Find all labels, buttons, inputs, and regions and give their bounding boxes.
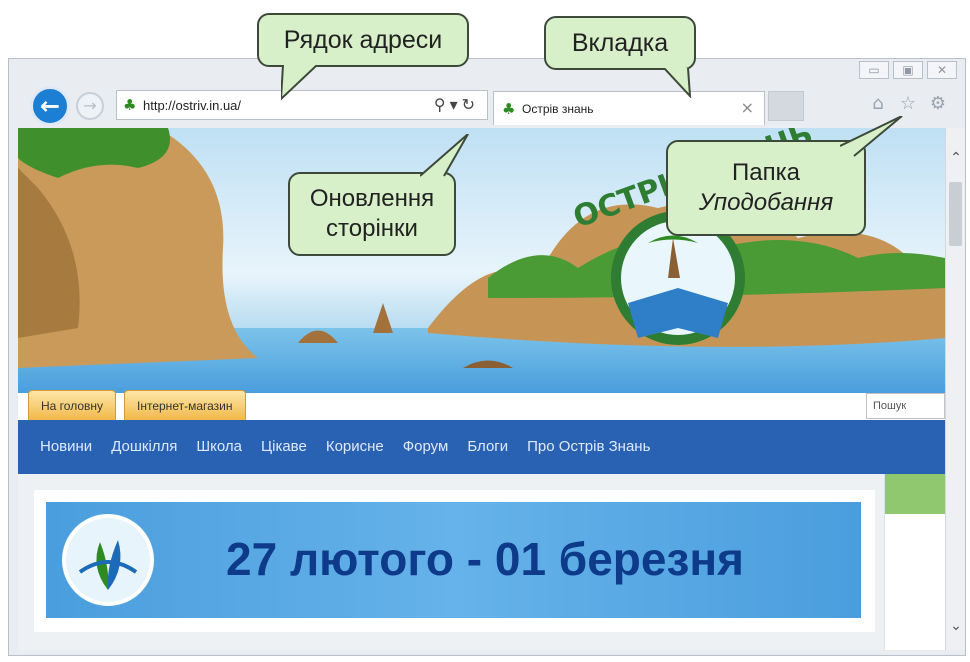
window-controls: ▭ ▣ ✕ bbox=[859, 61, 957, 79]
close-window-button[interactable]: ✕ bbox=[927, 61, 957, 79]
callout-refresh: Оновлення сторінки bbox=[288, 134, 469, 256]
side-panel-header bbox=[885, 474, 945, 514]
callout-refresh-line2: сторінки bbox=[326, 215, 418, 242]
callout-address-bar: Рядок адреси bbox=[257, 13, 469, 101]
address-tools: ⚲▾↻ bbox=[434, 95, 479, 115]
new-tab-button[interactable] bbox=[768, 91, 804, 121]
favorites-star-icon[interactable]: ☆ bbox=[896, 92, 920, 116]
settings-gear-icon[interactable]: ⚙ bbox=[926, 92, 950, 116]
site-search-input[interactable]: Пошук bbox=[866, 393, 945, 419]
callout-favorites: Папка Уподобання bbox=[666, 116, 903, 236]
scrollbar-thumb[interactable] bbox=[949, 182, 962, 246]
site-menu: Новини Дошкілля Школа Цікаве Корисне Фор… bbox=[40, 437, 650, 457]
callout-address-bar-label: Рядок адреси bbox=[283, 26, 443, 54]
home-icon[interactable]: ⌂ bbox=[866, 92, 890, 116]
search-icon[interactable]: ⚲ bbox=[434, 95, 450, 114]
event-date: 27 лютого - 01 березня bbox=[226, 533, 744, 585]
menu-item-news[interactable]: Новини bbox=[40, 437, 92, 457]
menu-item-interesting[interactable]: Цікаве bbox=[261, 437, 307, 457]
vertical-scrollbar[interactable]: ⌃ ⌄ bbox=[945, 128, 965, 650]
menu-item-about[interactable]: Про Острів Знань bbox=[527, 437, 650, 457]
minimize-button[interactable]: ▭ bbox=[859, 61, 889, 79]
callout-tab-label: Вкладка bbox=[571, 29, 669, 57]
site-top-tabs: На головну Інтернет-магазин bbox=[28, 390, 246, 420]
menu-item-forum[interactable]: Форум bbox=[403, 437, 449, 457]
menu-item-blogs[interactable]: Блоги bbox=[467, 437, 508, 457]
callout-tab: Вкладка bbox=[544, 16, 696, 98]
site-favicon-icon: ♣ bbox=[123, 96, 137, 114]
tab-title: Острів знань bbox=[522, 102, 594, 116]
event-logo-icon bbox=[60, 512, 156, 612]
site-menu-bar: Новини Дошкілля Школа Цікаве Корисне Фор… bbox=[18, 420, 945, 474]
refresh-icon[interactable]: ↻ bbox=[462, 95, 479, 114]
right-side-panel bbox=[884, 474, 945, 650]
callout-favorites-line2: Уподобання bbox=[698, 189, 834, 216]
maximize-button[interactable]: ▣ bbox=[893, 61, 923, 79]
scroll-down-icon[interactable]: ⌄ bbox=[946, 616, 966, 636]
menu-item-school[interactable]: Школа bbox=[196, 437, 242, 457]
menu-item-useful[interactable]: Корисне bbox=[326, 437, 384, 457]
tab-favicon-icon: ♣ bbox=[502, 100, 516, 118]
browser-tab[interactable]: ♣ Острів знань × bbox=[493, 91, 765, 125]
address-url[interactable]: http://ostriv.in.ua/ bbox=[143, 97, 241, 114]
scroll-up-icon[interactable]: ⌃ bbox=[946, 148, 966, 168]
callout-favorites-line1: Папка bbox=[732, 159, 800, 186]
back-button[interactable]: ← bbox=[30, 86, 70, 126]
forward-button[interactable]: → bbox=[76, 92, 104, 120]
tab-close-icon[interactable]: × bbox=[741, 98, 754, 118]
menu-item-preschool[interactable]: Дошкілля bbox=[111, 437, 177, 457]
tab-home[interactable]: На головну bbox=[28, 390, 117, 420]
callout-refresh-line1: Оновлення bbox=[309, 185, 435, 212]
main-content: 27 лютого - 01 березня bbox=[18, 474, 945, 650]
event-banner[interactable]: 27 лютого - 01 березня bbox=[46, 502, 861, 618]
tab-online-shop[interactable]: Інтернет-магазин bbox=[124, 390, 246, 420]
event-banner-frame: 27 лютого - 01 березня bbox=[34, 490, 875, 632]
dropdown-icon[interactable]: ▾ bbox=[450, 95, 462, 114]
